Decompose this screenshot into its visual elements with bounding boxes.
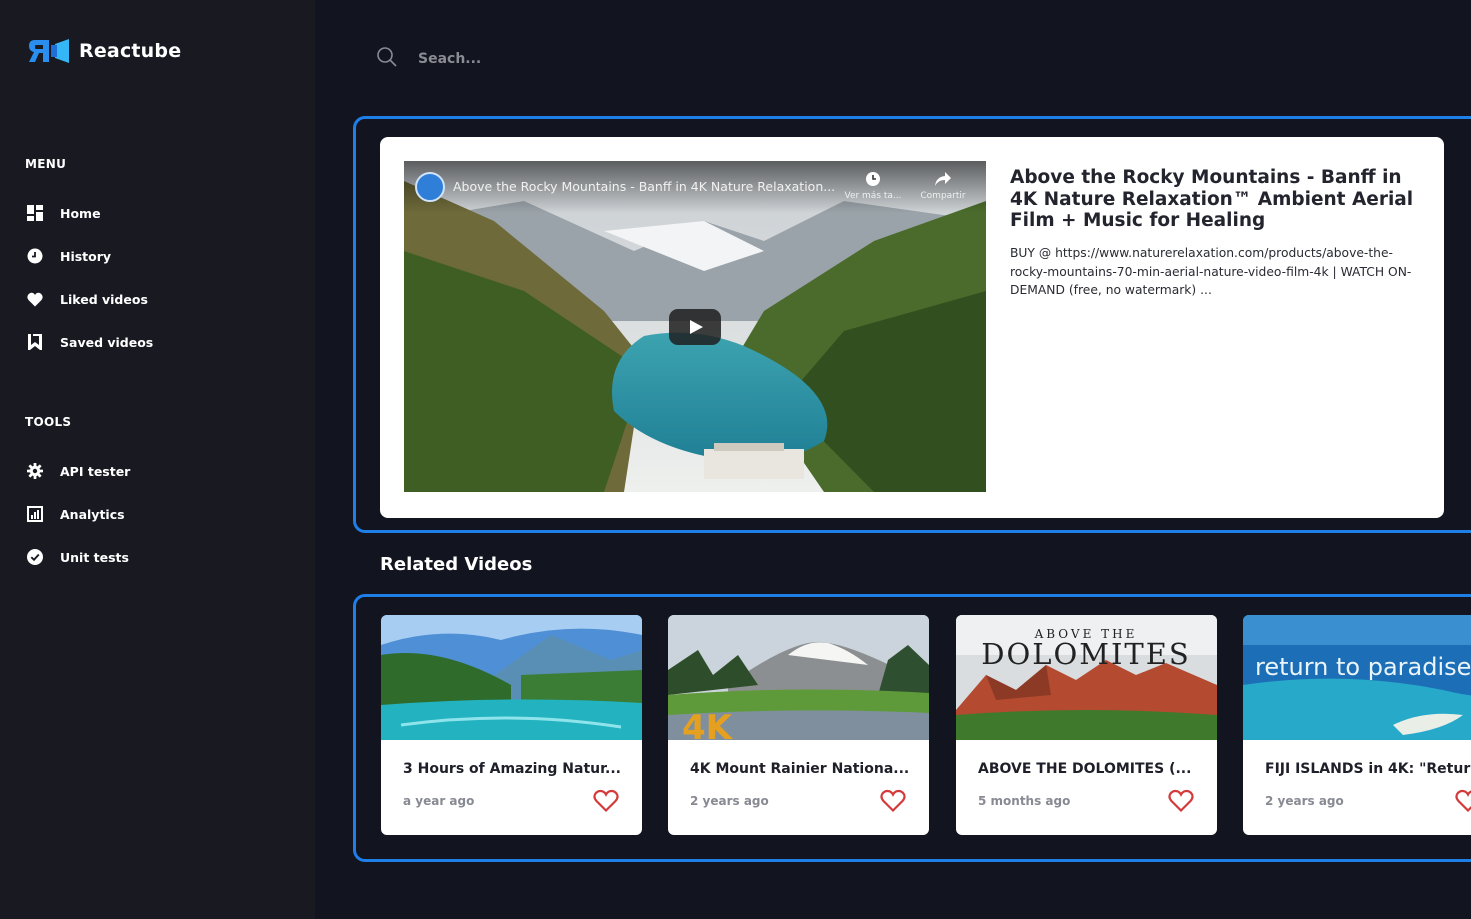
clock-icon <box>843 171 903 191</box>
watch-later-label: Ver más ta... <box>844 191 902 201</box>
video-card[interactable]: 4K 4K Mount Rainier Nationa... 2 years a… <box>668 615 929 835</box>
featured-video-title[interactable]: Above the Rocky Mountains - Banff in 4K … <box>1010 167 1425 232</box>
search-input[interactable] <box>418 51 918 67</box>
related-videos-frame: 3 Hours of Amazing Natur... a year ago 4… <box>353 594 1471 862</box>
bookmark-icon <box>26 333 44 351</box>
video-thumbnail <box>381 615 642 740</box>
heart-icon <box>26 290 44 308</box>
app-logo[interactable]: Reactube <box>27 36 181 66</box>
sidebar-item-saved-videos[interactable]: Saved videos <box>26 332 153 352</box>
sidebar-item-label: History <box>60 248 112 264</box>
thumbnail-title-large: DOLOMITES <box>981 637 1191 671</box>
video-title[interactable]: FIJI ISLANDS in 4K: "Retur <box>1265 761 1471 777</box>
like-heart-icon[interactable] <box>1455 789 1471 813</box>
video-thumbnail: ABOVE THE DOLOMITES <box>956 615 1217 740</box>
featured-video-description: BUY @ https://www.naturerelaxation.com/p… <box>1010 246 1412 297</box>
video-title[interactable]: 3 Hours of Amazing Natur... <box>403 761 628 777</box>
sidebar-item-unit-tests[interactable]: Unit tests <box>26 547 129 567</box>
chart-icon <box>26 505 44 523</box>
featured-video-card: Above the Rocky Mountains - Banff in 4K … <box>380 137 1444 518</box>
check-circle-icon <box>26 548 44 566</box>
sidebar-item-api-tester[interactable]: API tester <box>26 461 130 481</box>
sidebar-item-label: Saved videos <box>60 334 154 350</box>
share-label: Compartir <box>920 191 966 201</box>
like-heart-icon[interactable] <box>880 789 906 813</box>
gear-icon <box>26 462 44 480</box>
watch-later-button[interactable]: Ver más ta... <box>843 171 903 201</box>
video-timestamp: 2 years ago <box>1265 794 1344 808</box>
grid-icon <box>26 204 44 222</box>
channel-avatar[interactable] <box>415 172 445 202</box>
video-timestamp: 2 years ago <box>690 794 769 808</box>
sidebar-item-label: Unit tests <box>60 549 129 565</box>
tools-section-title: TOOLS <box>25 415 72 429</box>
sidebar-item-liked-videos[interactable]: Liked videos <box>26 289 148 309</box>
video-card[interactable]: return to paradise FIJI ISLANDS in 4K: "… <box>1243 615 1471 835</box>
related-videos-heading: Related Videos <box>380 554 533 575</box>
video-card[interactable]: ABOVE THE DOLOMITES ABOVE THE DOLOMITES … <box>956 615 1217 835</box>
video-thumbnail: return to paradise <box>1243 615 1471 740</box>
video-timestamp: 5 months ago <box>978 794 1071 808</box>
sidebar: Reactube MENU Home History Liked videos … <box>0 0 315 919</box>
sidebar-item-analytics[interactable]: Analytics <box>26 504 125 524</box>
video-card[interactable]: 3 Hours of Amazing Natur... a year ago <box>381 615 642 835</box>
sidebar-item-label: Home <box>60 205 101 221</box>
menu-section-title: MENU <box>25 157 67 171</box>
player-video-title[interactable]: Above the Rocky Mountains - Banff in 4K … <box>453 179 835 194</box>
video-title[interactable]: 4K Mount Rainier Nationa... <box>690 761 915 777</box>
thumbnail-script-text: return to paradise <box>1255 653 1471 681</box>
logo-icon <box>27 36 71 66</box>
search-bar <box>376 46 976 72</box>
share-button[interactable]: Compartir <box>913 171 973 201</box>
sidebar-item-label: Liked videos <box>60 291 148 307</box>
thumbnail-4k-text: 4K <box>682 708 734 740</box>
app-name: Reactube <box>79 40 182 62</box>
video-thumbnail: 4K <box>668 615 929 740</box>
clock-icon <box>26 247 44 265</box>
video-timestamp: a year ago <box>403 794 475 808</box>
sidebar-item-history[interactable]: History <box>26 246 111 266</box>
sidebar-item-label: Analytics <box>60 506 125 522</box>
like-heart-icon[interactable] <box>593 789 619 813</box>
like-heart-icon[interactable] <box>1168 789 1194 813</box>
sidebar-item-label: API tester <box>60 463 131 479</box>
video-player[interactable]: Above the Rocky Mountains - Banff in 4K … <box>404 161 986 492</box>
play-button[interactable] <box>669 309 721 345</box>
share-icon <box>913 171 973 191</box>
search-icon[interactable] <box>376 46 398 72</box>
video-title[interactable]: ABOVE THE DOLOMITES (... <box>978 761 1203 777</box>
sidebar-item-home[interactable]: Home <box>26 203 101 223</box>
